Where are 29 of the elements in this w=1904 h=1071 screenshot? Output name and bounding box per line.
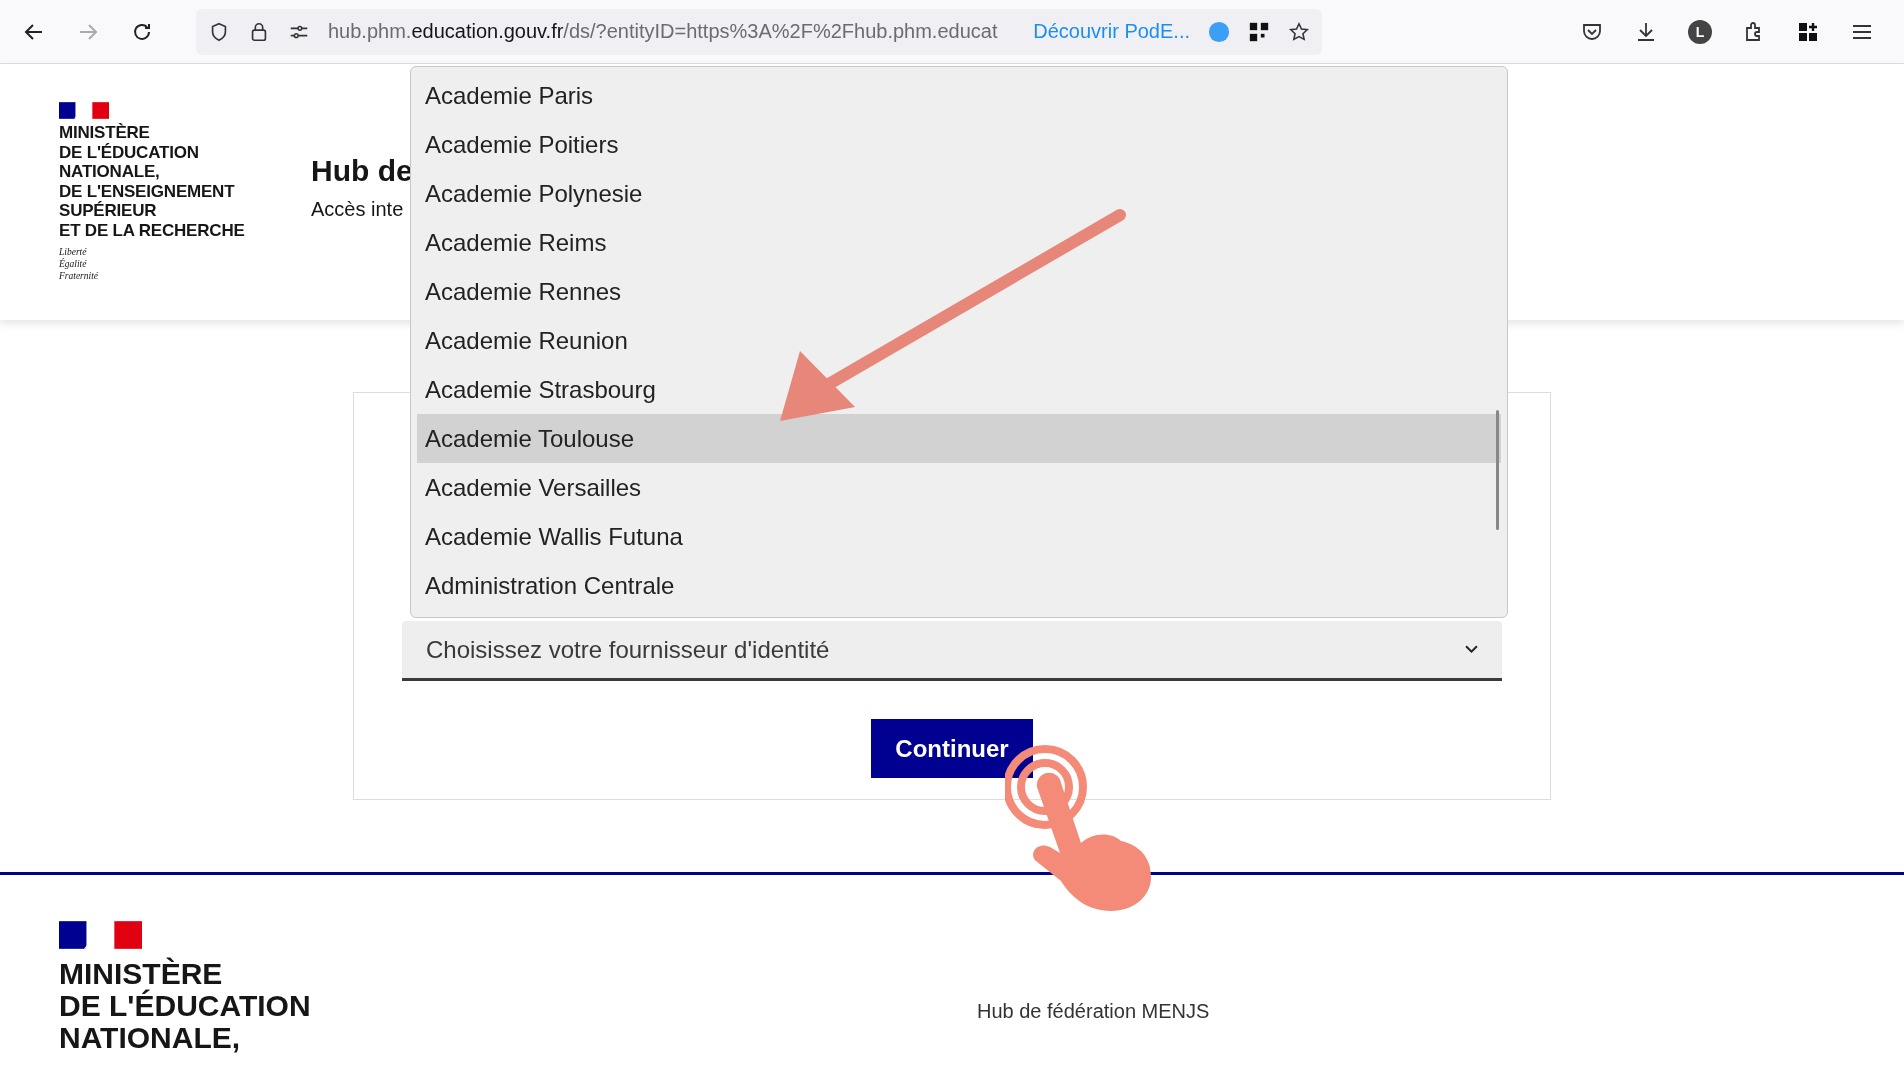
- site-subtitle: Accès inte: [311, 198, 405, 221]
- dropdown-option[interactable]: Academie Toulouse: [417, 414, 1501, 463]
- flag-logo-icon: [59, 102, 109, 119]
- ministry-name: MINISTÈRE DE L'ÉDUCATION NATIONALE,: [59, 958, 312, 1054]
- dropdown-option[interactable]: Academie Versailles: [417, 463, 1501, 512]
- dropdown-option[interactable]: Academie Poitiers: [417, 120, 1501, 169]
- dot-icon[interactable]: [1208, 20, 1230, 43]
- ministry-name: MINISTÈRE DE L'ÉDUCATION NATIONALE, DE L'ENSEIGNEMENT SUPÉRIEUR ET DE LA RECHERCHE: [59, 123, 246, 240]
- dropdown-option[interactable]: Academie Wallis Futuna: [417, 512, 1501, 561]
- dropdown-option[interactable]: Academie Reunion: [417, 316, 1501, 365]
- chevron-down-icon: [1465, 645, 1478, 654]
- dropdown-option[interactable]: Academie Reims: [417, 218, 1501, 267]
- address-bar[interactable]: hub.phm.education.gouv.fr/ds/?entityID=https%3A%2F%2Fhub.phm.educat Découvrir PodE...: [196, 8, 1322, 55]
- identity-provider-select[interactable]: Choisissez votre fournisseur d'identité: [402, 621, 1502, 681]
- profile-avatar[interactable]: L: [1688, 19, 1712, 44]
- motto-text: Liberté Égalité Fraternité: [59, 246, 100, 282]
- grid-icon[interactable]: [1248, 20, 1270, 43]
- scrollbar[interactable]: [1496, 410, 1499, 530]
- site-title: Hub de: [311, 154, 413, 188]
- dropdown-option[interactable]: Academie Rennes: [417, 267, 1501, 316]
- dropdown-option[interactable]: Academie Strasbourg: [417, 365, 1501, 414]
- url-text[interactable]: hub.phm.education.gouv.fr/ds/?entityID=https%3A%2F%2Fhub.phm.educat: [328, 20, 1016, 43]
- dropdown-option[interactable]: Academie Polynesie: [417, 169, 1501, 218]
- flag-logo-icon: [59, 920, 142, 950]
- dropdown-option[interactable]: Administration Centrale: [417, 561, 1501, 610]
- footer-text: Hub de fédération MENJS: [977, 1000, 1210, 1024]
- continue-button[interactable]: Continuer: [871, 719, 1033, 778]
- star-icon[interactable]: [1288, 20, 1310, 43]
- dropdown-option[interactable]: Academie Paris: [417, 71, 1501, 120]
